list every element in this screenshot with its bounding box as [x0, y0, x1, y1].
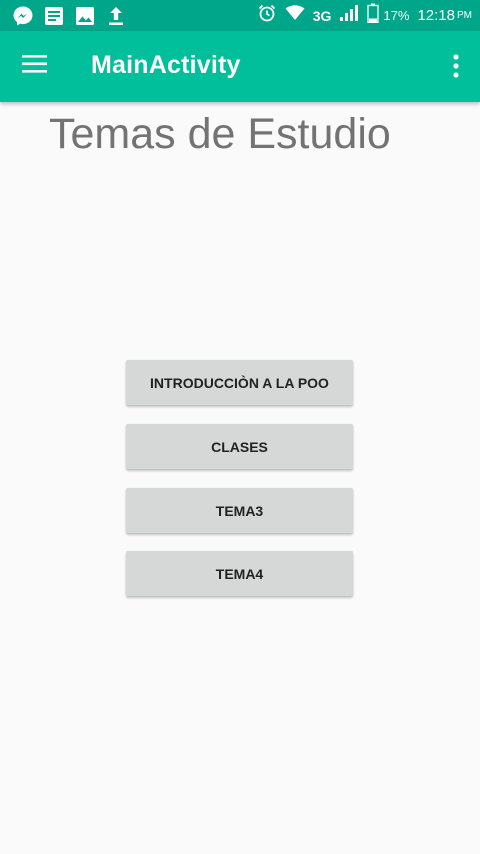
battery-level: 17%	[383, 8, 410, 23]
clock-ampm: PM	[457, 10, 472, 21]
image-icon	[74, 5, 96, 27]
messenger-icon	[12, 5, 34, 27]
overflow-icon[interactable]	[452, 53, 460, 79]
status-bar: 3G 17% 12:18 PM	[0, 0, 480, 31]
hamburger-icon[interactable]	[22, 54, 48, 74]
wifi-icon	[285, 4, 305, 27]
notification-icons	[12, 5, 136, 27]
network-type: 3G	[312, 7, 332, 24]
page-title: Temas de Estudio	[49, 110, 391, 158]
app-title: MainActivity	[91, 51, 241, 79]
signal-icon	[339, 4, 359, 27]
system-status: 3G 17% 12:18 PM	[249, 0, 472, 31]
alarm-icon	[257, 3, 277, 28]
clock: 12:18	[417, 7, 455, 24]
app-bar: MainActivity	[0, 31, 480, 102]
tema4-button[interactable]: TEMA4	[126, 551, 353, 596]
battery-icon	[367, 3, 380, 28]
upload-icon	[105, 5, 127, 27]
tema3-button[interactable]: TEMA3	[126, 488, 353, 533]
clases-button[interactable]: CLASES	[126, 424, 353, 469]
intro-poo-button[interactable]: INTRODUCCIÒN A LA POO	[126, 360, 353, 405]
notes-icon	[43, 5, 65, 27]
